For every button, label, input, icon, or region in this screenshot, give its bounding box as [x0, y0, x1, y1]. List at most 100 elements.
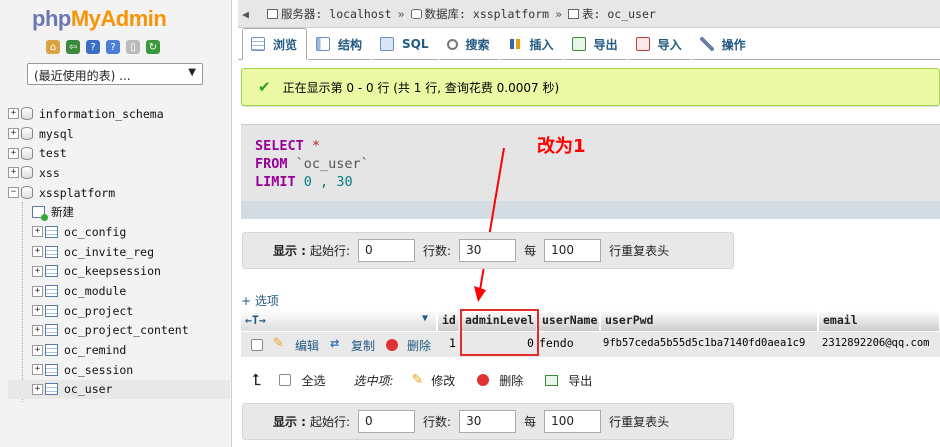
tree-table-oc-config[interactable]: + oc_config [8, 222, 230, 242]
tree-table-oc-user[interactable]: + oc_user [8, 379, 230, 400]
rows-label: 行数: [423, 415, 452, 429]
reload-icon[interactable]: ↻ [146, 40, 160, 54]
breadcrumb-database[interactable]: 数据库: xssplatform [425, 6, 550, 22]
tab-browse[interactable]: 浏览 [242, 28, 308, 60]
expand-icon[interactable]: + [32, 383, 43, 395]
select-all-label[interactable]: 全选 [301, 372, 325, 389]
show-label: 显示 : [273, 244, 306, 258]
expand-icon[interactable]: + [32, 344, 43, 356]
help-icon[interactable]: ? [106, 40, 120, 54]
collapse-arrow-icon[interactable]: ◀ [242, 7, 249, 21]
tree-db-mysql[interactable]: + mysql [8, 124, 230, 144]
repeat-header-input[interactable]: 100 [544, 239, 602, 262]
sort-dropdown-icon[interactable]: ▼ [422, 313, 428, 324]
tab-label: 浏览 [273, 37, 298, 52]
annotation-arrow-icon [474, 147, 505, 302]
db-name: information_schema [39, 106, 164, 121]
repeat-header-label: 行重复表头 [609, 244, 670, 258]
database-icon [21, 146, 33, 160]
expand-icon[interactable]: + [32, 324, 43, 336]
copy-icon[interactable]: ▯ [126, 40, 140, 54]
start-label: 起始行: [309, 244, 351, 258]
expand-icon[interactable]: + [32, 265, 43, 277]
row-copy-link[interactable]: 复制 [351, 337, 375, 354]
repeat-header-label: 行重复表头 [609, 415, 670, 429]
expand-icon[interactable]: + [8, 128, 19, 140]
bulk-export-button[interactable]: 导出 [568, 372, 592, 389]
expand-icon[interactable]: + [32, 246, 43, 258]
row-checkbox[interactable] [251, 339, 263, 351]
select-all-checkbox[interactable] [279, 374, 292, 386]
tab-insert[interactable]: 插入 [498, 28, 563, 60]
copy-icon: ⇄ [330, 337, 340, 350]
tree-table-oc-invite-reg[interactable]: + oc_invite_reg [8, 242, 230, 262]
tab-import[interactable]: 导入 [626, 28, 691, 60]
tree-table-oc-keepsession[interactable]: + oc_keepsession [8, 262, 230, 282]
expand-icon[interactable]: + [32, 364, 43, 376]
rows-count-input[interactable]: 30 [459, 239, 517, 262]
expand-icon[interactable]: + [32, 285, 43, 297]
select-arrow-icon: ⮤ [252, 370, 262, 389]
tree-table-oc-project[interactable]: + oc_project [8, 301, 230, 321]
expand-icon[interactable]: + [8, 108, 19, 120]
expand-icon[interactable]: + [32, 226, 43, 238]
column-header-id[interactable]: id [438, 310, 460, 331]
breadcrumb-table[interactable]: 表: oc_user [582, 6, 656, 22]
tab-operations[interactable]: 操作 [690, 28, 755, 60]
logout-icon[interactable]: ⇦ [66, 40, 80, 54]
start-row-input[interactable]: 0 [358, 410, 416, 433]
table-icon [45, 285, 58, 298]
sql-query-box: SELECT * FROM `oc_user` LIMIT 0 , 30 [241, 124, 940, 219]
row-edit-link[interactable]: 编辑 [295, 337, 319, 354]
every-label: 每 [524, 244, 537, 258]
options-link[interactable]: + 选项 [241, 292, 279, 309]
cell-email[interactable]: 2312892206@qq.com [822, 337, 929, 349]
start-row-input[interactable]: 0 [358, 239, 416, 262]
phpmyadmin-window: phpMyAdmin ⌂ ⇦ ? ? ▯ ↻ (最近使用的表) ... ▼ + i… [0, 0, 940, 447]
tree-table-oc-remind[interactable]: + oc_remind [8, 340, 230, 360]
docs-icon[interactable]: ? [86, 40, 100, 54]
db-name: xss [39, 165, 60, 180]
check-icon: ✔ [258, 78, 271, 96]
row-delete-link[interactable]: 删除 [407, 337, 431, 354]
cell-userpwd[interactable]: 9fb57ceda5b55d5c1ba7140fd0aea1c9 [603, 337, 805, 349]
tab-sql[interactable]: SQL [371, 28, 438, 60]
tab-structure[interactable]: 结构 [307, 28, 371, 60]
table-icon [568, 8, 579, 19]
recent-tables-select[interactable]: (最近使用的表) ... ▼ [27, 63, 203, 85]
tree-db-xssplatform[interactable]: − xssplatform [8, 183, 230, 203]
success-message: ✔ 正在显示第 0 - 0 行 (共 1 行, 查询花费 0.0007 秒) [241, 68, 940, 106]
cell-id[interactable]: 1 [449, 336, 456, 350]
tab-search[interactable]: 搜索 [437, 28, 499, 60]
tree-table-oc-module[interactable]: + oc_module [8, 281, 230, 301]
tree-table-oc-project-content[interactable]: + oc_project_content [8, 321, 230, 341]
tab-label: 导入 [657, 37, 682, 52]
bulk-delete-button[interactable]: 删除 [499, 372, 523, 389]
tree-db-information-schema[interactable]: + information_schema [8, 104, 230, 124]
phpmyadmin-logo[interactable]: phpMyAdmin [32, 6, 167, 32]
expand-icon[interactable]: + [8, 147, 19, 159]
column-header-email[interactable]: email [819, 310, 940, 331]
table-icon [45, 265, 58, 278]
table-name: oc_invite_reg [64, 244, 155, 259]
pencil-icon: ✎ [273, 336, 284, 351]
home-icon[interactable]: ⌂ [46, 40, 60, 54]
cell-username[interactable]: fendo [539, 336, 574, 350]
breadcrumb-server[interactable]: 服务器: localhost [281, 6, 392, 22]
expand-icon[interactable]: + [32, 305, 43, 317]
pagination-top: 显示 : 起始行: 0 行数: 30 每 100 行重复表头 [242, 232, 734, 269]
database-icon [21, 127, 33, 141]
tree-table-oc-session[interactable]: + oc_session [8, 360, 230, 380]
tree-db-xss[interactable]: + xss [8, 163, 230, 183]
collapse-icon[interactable]: − [8, 187, 19, 199]
column-header-username[interactable]: userName [538, 310, 600, 331]
tree-new-table[interactable]: 新建 [8, 202, 230, 222]
repeat-header-input[interactable]: 100 [544, 410, 602, 433]
column-arrows-icon[interactable]: ←T→ [245, 313, 266, 327]
rows-count-input[interactable]: 30 [459, 410, 517, 433]
column-header-userpwd[interactable]: userPwd [601, 310, 818, 331]
expand-icon[interactable]: + [8, 167, 19, 179]
tree-db-test[interactable]: + test [8, 143, 230, 163]
tab-export[interactable]: 导出 [562, 28, 627, 60]
bulk-edit-button[interactable]: 修改 [431, 372, 455, 389]
